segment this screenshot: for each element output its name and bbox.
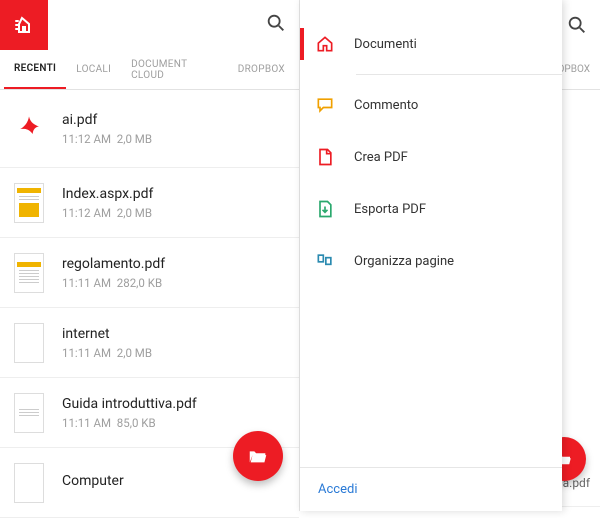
file-time: 11:11 AM [62, 276, 111, 290]
drawer-item-label: Organizza pagine [354, 254, 454, 269]
file-thumbnail [14, 183, 44, 223]
drawer-screen: ROPBOX a.pdf Documenti Commento [300, 0, 600, 511]
create-pdf-icon [314, 146, 336, 168]
file-name: Computer [62, 473, 124, 489]
home-icon [12, 13, 36, 37]
main-screen: RECENTI LOCALI DOCUMENT CLOUD DROPBOX ai… [0, 0, 300, 511]
file-time: 11:11 AM [62, 416, 111, 430]
list-item[interactable]: Index.aspx.pdf 11:12 AM2,0 MB [0, 168, 299, 238]
file-name: ai.pdf [62, 112, 152, 128]
file-size: 282,0 KB [111, 276, 162, 290]
drawer-item-label: Documenti [354, 37, 417, 52]
file-size: 2,0 MB [111, 346, 152, 360]
file-size: 2,0 MB [111, 132, 152, 146]
home-icon [314, 33, 336, 55]
drawer-item-label: Commento [354, 98, 418, 113]
drawer-item-organizza[interactable]: Organizza pagine [300, 235, 562, 287]
comment-icon [314, 94, 336, 116]
drawer-item-esporta-pdf[interactable]: Esporta PDF [300, 183, 562, 235]
folder-open-icon [247, 445, 269, 467]
search-button[interactable] [265, 12, 287, 38]
drawer-item-label: Crea PDF [354, 150, 408, 165]
drawer-signin-link[interactable]: Accedi [300, 467, 562, 511]
file-size: 85,0 KB [111, 416, 156, 430]
divider [356, 74, 562, 75]
tab-locali[interactable]: LOCALI [66, 50, 121, 89]
list-item[interactable]: internet 11:11 AM2,0 MB [0, 308, 299, 378]
file-thumbnail [14, 323, 44, 363]
list-item[interactable]: regolamento.pdf 11:11 AM282,0 KB [0, 238, 299, 308]
file-name: Index.aspx.pdf [62, 186, 153, 202]
list-item[interactable]: ai.pdf 11:12 AM2,0 MB [0, 90, 299, 168]
file-name: Guida introduttiva.pdf [62, 396, 197, 412]
file-name: regolamento.pdf [62, 256, 165, 272]
tab-dropbox[interactable]: DROPBOX [228, 50, 295, 89]
menu-home-button[interactable] [0, 0, 48, 50]
file-time: 11:11 AM [62, 346, 111, 360]
file-time: 11:12 AM [62, 132, 111, 146]
file-thumbnail [14, 253, 44, 293]
drawer-item-commento[interactable]: Commento [300, 79, 562, 131]
organize-icon [314, 250, 336, 272]
file-thumbnail [14, 393, 44, 433]
drawer-item-documenti[interactable]: Documenti [300, 18, 562, 70]
drawer-signin-label: Accedi [318, 482, 357, 497]
nav-drawer: Documenti Commento Crea PDF Esporta P [300, 0, 562, 511]
file-thumbnail [14, 463, 44, 503]
tab-document-cloud[interactable]: DOCUMENT CLOUD [121, 50, 228, 89]
tab-bar: RECENTI LOCALI DOCUMENT CLOUD DROPBOX [0, 50, 299, 90]
file-name: internet [62, 326, 152, 342]
search-icon [265, 12, 287, 34]
drawer-item-label: Esporta PDF [354, 202, 426, 217]
fab-open-button[interactable] [233, 431, 283, 481]
tab-recenti[interactable]: RECENTI [4, 50, 66, 89]
drawer-item-crea-pdf[interactable]: Crea PDF [300, 131, 562, 183]
export-pdf-icon [314, 198, 336, 220]
app-header [0, 0, 299, 50]
adobe-pdf-icon [14, 109, 44, 149]
search-icon [566, 14, 588, 36]
file-size: 2,0 MB [111, 206, 152, 220]
file-time: 11:12 AM [62, 206, 111, 220]
